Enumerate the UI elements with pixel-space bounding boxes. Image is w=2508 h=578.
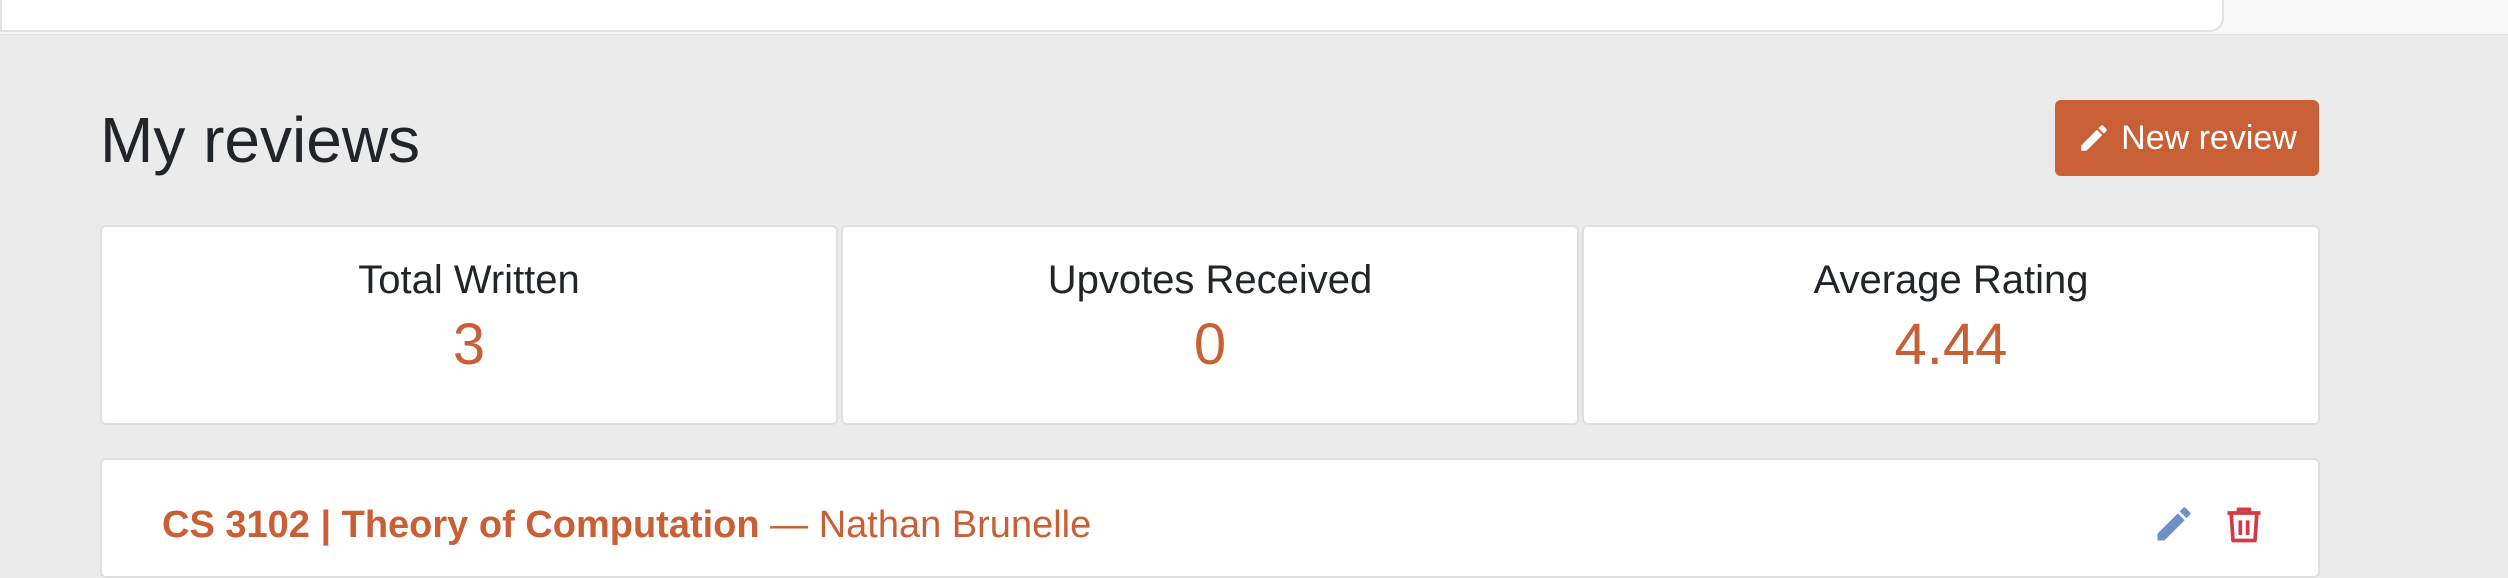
stat-label: Upvotes Received bbox=[1047, 258, 1373, 302]
new-review-button[interactable]: New review bbox=[2055, 100, 2319, 176]
top-navbar-panel bbox=[0, 0, 2224, 32]
review-instructor-link[interactable]: — Nathan Brunelle bbox=[770, 504, 1091, 546]
stat-card-upvotes-received: Upvotes Received 0 bbox=[841, 225, 1579, 425]
review-course-link[interactable]: CS 3102 | Theory of Computation bbox=[162, 504, 760, 546]
page-title: My reviews bbox=[100, 104, 421, 176]
pencil-icon bbox=[2077, 121, 2111, 155]
stat-value: 4.44 bbox=[1894, 312, 2008, 377]
stat-card-average-rating: Average Rating 4.44 bbox=[1582, 225, 2320, 425]
stat-label: Total Written bbox=[358, 258, 580, 302]
stat-value: 0 bbox=[1193, 312, 1227, 377]
review-title: CS 3102 | Theory of Computation — Nathan… bbox=[162, 500, 1091, 550]
edit-pencil-icon[interactable] bbox=[2152, 502, 2196, 546]
new-review-label: New review bbox=[2121, 118, 2297, 157]
stat-label: Average Rating bbox=[1813, 258, 2089, 302]
stat-value: 3 bbox=[452, 312, 486, 377]
top-navbar bbox=[0, 0, 2508, 35]
review-card: CS 3102 | Theory of Computation — Nathan… bbox=[100, 458, 2320, 578]
stat-card-total-written: Total Written 3 bbox=[100, 225, 838, 425]
review-actions bbox=[2152, 502, 2266, 546]
stats-row: Total Written 3 Upvotes Received 0 Avera… bbox=[100, 225, 2320, 425]
delete-trash-icon[interactable] bbox=[2222, 502, 2266, 546]
